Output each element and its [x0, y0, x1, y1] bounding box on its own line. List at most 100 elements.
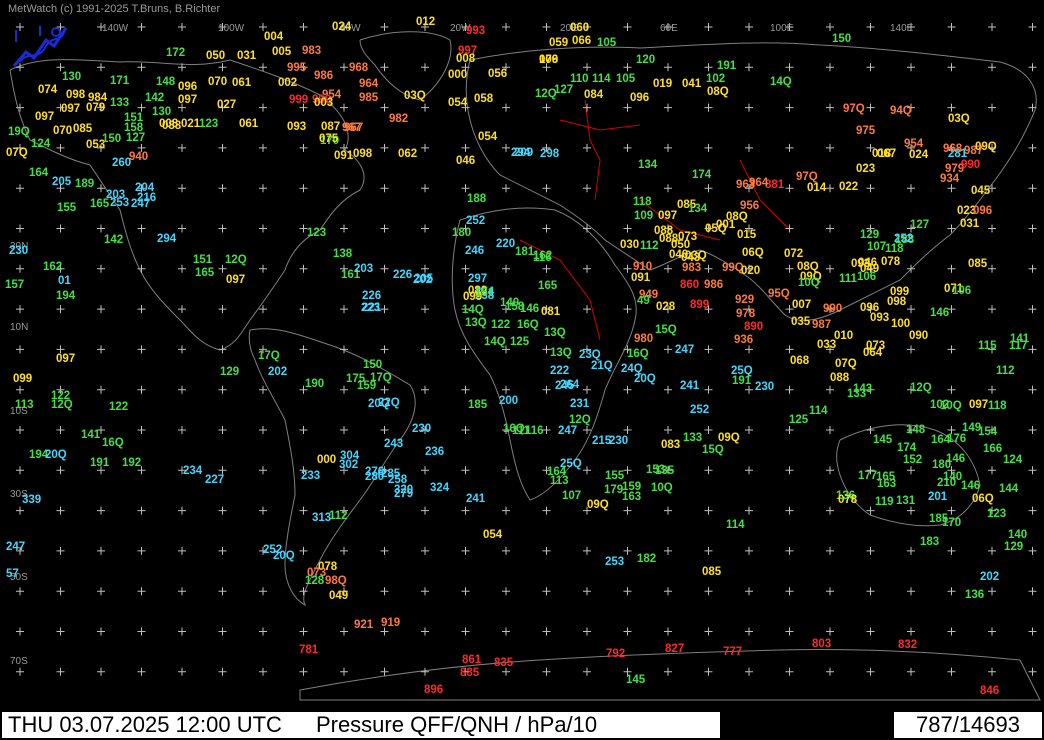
grid-cross: [907, 506, 915, 515]
station-pressure-value: 49: [637, 295, 650, 307]
grid-cross: [826, 23, 834, 31]
grid-cross: [299, 264, 308, 273]
station-pressure-value: 073: [678, 231, 697, 243]
grid-cross: [421, 385, 429, 394]
station-pressure-value: 180: [452, 227, 471, 239]
station-pressure-value: 136: [965, 589, 984, 601]
station-pressure-value: 210: [937, 477, 956, 489]
grid-cross: [56, 466, 65, 475]
station-pressure-value: 049: [329, 590, 348, 602]
station-pressure-value: 294: [157, 233, 177, 245]
station-pressure-value: 339: [22, 494, 41, 506]
grid-cross: [947, 224, 956, 233]
station-pressure-value: 190: [305, 378, 324, 390]
grid-cross: [542, 23, 551, 31]
station-pressure-value: 056: [488, 68, 507, 80]
metwatch-logo-icon: [12, 26, 68, 67]
station-pressure-value: 194: [56, 290, 76, 302]
station-pressure-value: 968: [349, 62, 369, 74]
grid-cross: [16, 345, 24, 354]
grid-cross: [866, 627, 875, 636]
grid-cross: [461, 426, 470, 434]
grid-cross: [583, 103, 591, 112]
station-pressure-value: 17Q: [370, 372, 392, 384]
map-canvas[interactable]: 140W 100W 60W 20W 20E 60E 100E 140E 30N 10N 10S 30S…: [0, 0, 1044, 712]
grid-cross: [623, 385, 632, 394]
grid-cross: [218, 264, 227, 273]
grid-cross: [137, 506, 146, 515]
grid-cross: [380, 667, 389, 676]
grid-cross: [542, 184, 551, 193]
station-pressure-value: 098: [887, 296, 907, 308]
station-pressure-value: 986: [704, 279, 723, 291]
station-pressure-value: 983: [682, 262, 701, 274]
grid-cross: [421, 466, 429, 475]
station-pressure-value: 05Q: [705, 223, 727, 235]
station-pressure-value: 980: [634, 333, 653, 345]
station-pressure-value: 093: [287, 121, 306, 133]
station-pressure-value: 150: [832, 33, 851, 45]
station-pressure-value: 091: [631, 272, 651, 284]
station-pressure-value: 123: [987, 508, 1006, 520]
grid-cross: [947, 546, 956, 555]
grid-cross: [461, 264, 470, 273]
station-pressure-value: 097: [658, 210, 677, 222]
status-bar: THU 03.07.2025 12:00 UTC Pressure QFF/QNH…: [0, 712, 1044, 740]
grid-cross: [461, 627, 470, 636]
station-pressure-value: 192: [122, 457, 141, 469]
grid-cross: [785, 103, 794, 112]
grid-cross: [340, 103, 348, 112]
station-pressure-value: 141: [81, 429, 101, 441]
grid-cross: [866, 23, 875, 31]
station-pressure-value: 143: [853, 383, 872, 395]
grid-cross: [259, 103, 267, 112]
coastline-antarctica: [299, 648, 1041, 701]
grid-cross: [785, 506, 794, 515]
grid-cross: [1028, 23, 1037, 31]
station-pressure-value: 130: [152, 106, 171, 118]
grid-cross: [664, 345, 672, 354]
grid-cross: [137, 103, 146, 112]
station-pressure-value: 116: [525, 425, 544, 437]
station-pressure-value: 112: [640, 240, 659, 252]
station-pressure-value: 166: [983, 443, 1002, 455]
grid-cross: [1028, 184, 1037, 193]
station-pressure-value: 097: [178, 94, 197, 106]
station-pressure-value: 205: [52, 176, 72, 188]
station-pressure-value: 216: [137, 192, 156, 204]
station-pressure-value: 12Q: [225, 254, 247, 266]
station-pressure-value: 246: [465, 245, 484, 257]
grid-cross: [1028, 385, 1037, 394]
station-pressure-value: 226: [393, 269, 412, 281]
grid-cross: [259, 426, 267, 434]
station-pressure-value: 041: [682, 78, 702, 90]
station-pressure-value: 174: [692, 169, 712, 181]
station-pressure-value: 03Q: [404, 90, 426, 102]
station-pressure-value: 202: [980, 571, 999, 583]
world-map[interactable]: 140W 100W 60W 20W 20E 60E 100E 140E30N10N10S30S…: [0, 0, 1044, 712]
grid-cross: [866, 546, 875, 555]
grid-cross: [502, 143, 510, 152]
grid-cross: [137, 224, 146, 233]
station-pressure-value: 982: [389, 113, 408, 125]
latitude-label: 70S: [10, 656, 28, 667]
station-pressure-value: 20Q: [634, 373, 656, 385]
station-pressure-value: 088: [162, 120, 182, 132]
grid-cross: [704, 63, 713, 72]
station-pressure-value: 01: [58, 275, 71, 287]
grid-cross: [16, 264, 24, 273]
station-pressure-value: 005: [272, 46, 292, 58]
grid-cross: [664, 667, 672, 676]
station-pressure-value: 21Q: [591, 360, 613, 372]
station-pressure-value: 096: [178, 81, 197, 93]
grid-cross: [1028, 305, 1037, 314]
grid-cross: [826, 184, 834, 193]
grid-cross: [826, 426, 834, 434]
grid-cross: [704, 184, 713, 193]
station-pressure-value: 028: [656, 301, 676, 313]
station-pressure-value: 297: [468, 273, 487, 285]
grid-cross: [137, 264, 146, 273]
station-pressure-value: 890: [744, 321, 763, 333]
grid-cross: [218, 426, 227, 434]
station-pressure-value: 230: [9, 245, 28, 257]
